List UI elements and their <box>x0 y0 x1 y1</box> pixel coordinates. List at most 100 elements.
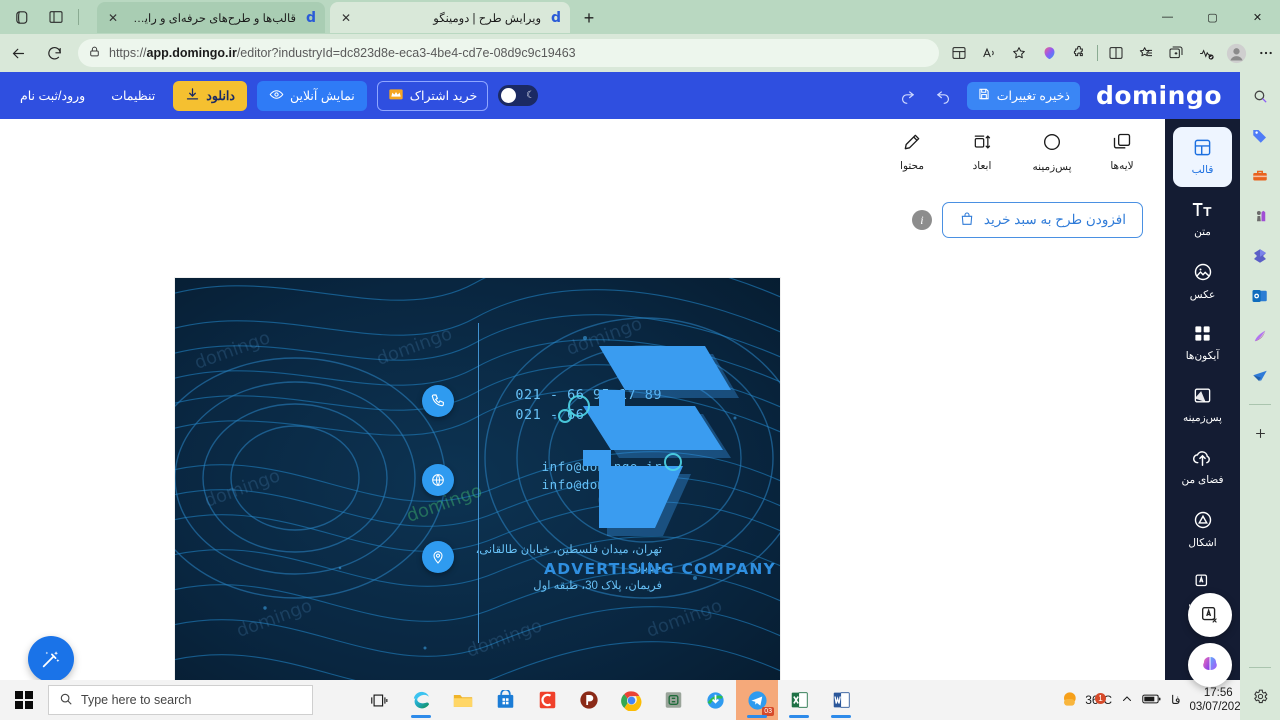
toolbar-item-content[interactable]: محتوا <box>887 132 937 172</box>
toolbar-item-layers[interactable]: لایه‌ها <box>1097 132 1147 172</box>
buy-subscription-button[interactable]: خرید اشتراک <box>376 80 489 111</box>
rail-item-template[interactable]: قالب <box>1173 127 1232 187</box>
save-changes-button[interactable]: ذخیره تغییرات <box>966 81 1080 110</box>
language-indicator[interactable]: فا <box>1171 693 1180 707</box>
editor-toolbar: لایه‌ها پس‌زمینه ابعاد <box>0 119 1165 184</box>
profile-icon[interactable] <box>1222 39 1250 67</box>
start-button[interactable] <box>0 680 48 720</box>
split-window-icon[interactable] <box>1102 39 1130 67</box>
undo-icon[interactable] <box>931 83 957 109</box>
add-sidebar-icon[interactable] <box>1246 419 1274 447</box>
show-hidden-icons-icon[interactable] <box>1121 693 1133 708</box>
copilot-icon[interactable] <box>1035 39 1063 67</box>
back-icon[interactable] <box>3 38 33 68</box>
login-register-link[interactable]: ورود/ثبت نام <box>12 88 93 103</box>
maximize-button[interactable]: ▢ <box>1190 0 1235 34</box>
browser-tab-1[interactable]: d قالب‌ها و طرح‌های حرفه‌ای و رایگان ✕ <box>97 2 325 33</box>
search-icon[interactable] <box>1246 82 1274 110</box>
toolbar-item-label: پس‌زمینه <box>1032 160 1072 173</box>
toolbar-item-background[interactable]: پس‌زمینه <box>1027 131 1077 173</box>
url-host: app.domingo.ir <box>146 46 237 60</box>
reload-icon[interactable] <box>39 38 69 68</box>
lock-icon <box>88 45 101 61</box>
download-button[interactable]: دانلود <box>173 80 247 111</box>
info-icon[interactable]: i <box>911 210 932 230</box>
add-cart-label: افزودن طرح به سبد خرید <box>983 212 1126 227</box>
domingo-favicon: d <box>305 9 317 26</box>
letters-icon <box>1193 572 1212 594</box>
download-label: دانلود <box>206 89 235 103</box>
pot-player-icon[interactable] <box>568 680 610 720</box>
close-icon[interactable]: ✕ <box>105 10 121 26</box>
url-path: /editor?industryId=dc823d8e-eca3-4be4-cd… <box>236 46 576 60</box>
word-icon[interactable] <box>820 680 862 720</box>
browser-tab-2[interactable]: d ویرایش طرح | دومینگو ✕ <box>330 2 570 33</box>
tab-actions-icon[interactable] <box>8 4 36 30</box>
template-icon <box>1193 138 1212 160</box>
window-controls: — ▢ ✕ <box>1145 0 1280 34</box>
download-icon <box>185 87 200 105</box>
app-green-icon[interactable] <box>652 680 694 720</box>
domingo-favicon: d <box>550 9 562 26</box>
globe-icon <box>422 464 454 496</box>
toolbar-item-dimensions[interactable]: ابعاد <box>957 132 1007 172</box>
rail-item-background[interactable]: پس‌زمینه <box>1173 375 1232 435</box>
camtasia-icon[interactable] <box>526 680 568 720</box>
letters-float-button[interactable] <box>1188 593 1232 637</box>
dark-mode-toggle[interactable]: ☾ <box>498 85 539 106</box>
design-canvas[interactable]: domingo domingo domingo domingo domingo … <box>175 278 780 684</box>
office-icon[interactable] <box>1246 242 1274 270</box>
excel-icon[interactable] <box>778 680 820 720</box>
more-settings-icon[interactable] <box>1252 39 1280 67</box>
telegram-icon[interactable]: 03 <box>736 680 778 720</box>
taskbar-search-box[interactable]: Type here to search <box>48 685 313 715</box>
edge-icon[interactable] <box>400 680 442 720</box>
close-icon[interactable]: ✕ <box>338 10 354 26</box>
rail-item-label: اشکال <box>1188 536 1217 549</box>
shopping-tag-icon[interactable] <box>1246 122 1274 150</box>
ai-brain-button[interactable] <box>1188 643 1232 687</box>
task-view-icon[interactable] <box>358 680 400 720</box>
address-bar[interactable]: https://app.domingo.ir/editor?industryId… <box>78 39 939 67</box>
divider <box>1097 45 1098 61</box>
close-window-button[interactable]: ✕ <box>1235 0 1280 34</box>
rail-item-my-space[interactable]: فضای من <box>1173 437 1232 497</box>
extensions-icon[interactable] <box>1065 39 1093 67</box>
idm-icon[interactable] <box>694 680 736 720</box>
rail-item-image[interactable]: عکس <box>1173 251 1232 311</box>
sidebar-settings-icon[interactable] <box>1246 682 1274 710</box>
rail-item-shapes[interactable]: اشکال <box>1173 499 1232 559</box>
split-screen-icon[interactable] <box>945 39 973 67</box>
battery-icon[interactable] <box>1142 693 1162 708</box>
new-tab-button[interactable]: + <box>576 5 602 31</box>
tools-icon[interactable] <box>1246 162 1274 190</box>
read-aloud-icon[interactable] <box>975 39 1003 67</box>
minimize-button[interactable]: — <box>1145 0 1190 34</box>
edge-sidebar <box>1240 72 1280 720</box>
tab-group-icon[interactable] <box>1162 39 1190 67</box>
vertical-tabs-icon[interactable] <box>42 4 70 30</box>
magic-wand-fab[interactable] <box>28 636 74 682</box>
browser-essentials-icon[interactable] <box>1192 39 1220 67</box>
drop-icon[interactable] <box>1246 362 1274 390</box>
microsoft-store-icon[interactable] <box>484 680 526 720</box>
add-design-to-cart-button[interactable]: افزودن طرح به سبد خرید <box>941 202 1143 238</box>
redo-icon[interactable] <box>895 83 921 109</box>
weather-notification-badge: 1 <box>1095 692 1107 704</box>
games-icon[interactable] <box>1246 202 1274 230</box>
favorite-star-icon[interactable] <box>1005 39 1033 67</box>
app-body: لایه‌ها پس‌زمینه ابعاد <box>0 119 1240 720</box>
file-explorer-icon[interactable] <box>442 680 484 720</box>
chrome-icon[interactable] <box>610 680 652 720</box>
taskbar-clock[interactable]: 17:56 03/07/2024 <box>1189 686 1247 715</box>
app-logo[interactable]: domingo <box>1096 81 1222 110</box>
online-preview-button[interactable]: نمایش آنلاین <box>256 80 367 111</box>
weather-widget[interactable]: 1 36°C <box>1059 689 1112 712</box>
rail-item-text[interactable]: متن <box>1173 189 1232 249</box>
outlook-icon[interactable] <box>1246 282 1274 310</box>
designer-icon[interactable] <box>1246 322 1274 350</box>
rail-item-label: فضای من <box>1181 474 1224 486</box>
rail-item-icons[interactable]: آیکون‌ها <box>1173 313 1232 373</box>
collections-icon[interactable] <box>1132 39 1160 67</box>
settings-link[interactable]: تنظیمات <box>103 88 163 103</box>
